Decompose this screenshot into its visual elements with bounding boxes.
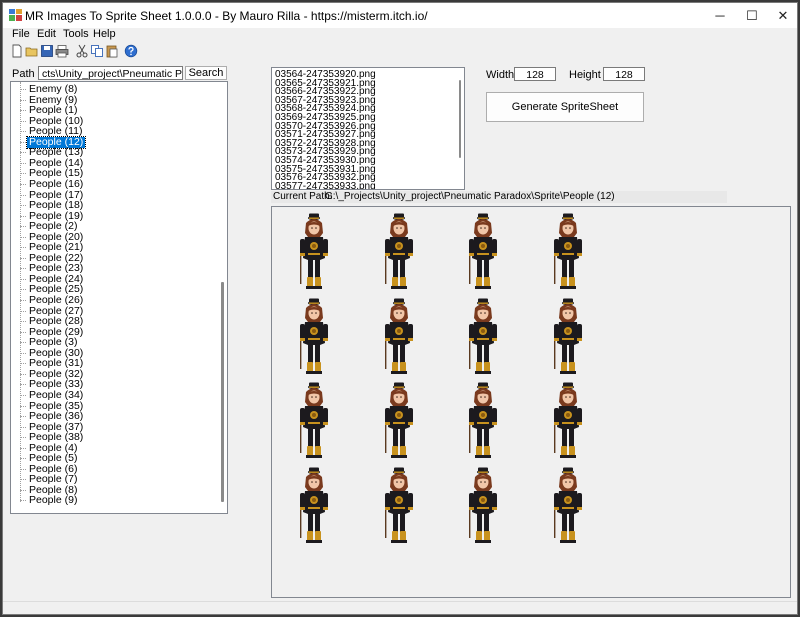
sprite-frame xyxy=(296,298,332,378)
sprite-frame xyxy=(465,467,501,547)
toolbar xyxy=(3,43,797,59)
generate-spritesheet-button[interactable]: Generate SpriteSheet xyxy=(486,92,644,122)
file-list-item[interactable]: 03577-247353933.png xyxy=(275,181,376,189)
file-list-scrollbar[interactable] xyxy=(457,68,464,189)
file-list[interactable]: 03564-247353920.png 03565-247353921.png 03… xyxy=(271,67,465,190)
app-window: MR Images To Sprite Sheet 1.0.0.0 - By M… xyxy=(2,2,798,615)
height-input[interactable]: 128 xyxy=(603,67,645,81)
menu-edit[interactable]: Edit xyxy=(37,28,56,40)
sprite-frame xyxy=(550,213,586,293)
sprite-frame xyxy=(550,467,586,547)
save-icon[interactable] xyxy=(40,44,54,58)
folder-tree[interactable]: Enemy (8) Enemy (9) People (1) People (10) P… xyxy=(10,81,228,514)
current-path-bar: Current Path: G:\_Projects\Unity_project… xyxy=(271,191,727,203)
sprite-frame xyxy=(381,467,417,547)
menu-bar: File Edit Tools Help xyxy=(3,28,797,43)
menu-help[interactable]: Help xyxy=(93,28,116,40)
window-title: MR Images To Sprite Sheet 1.0.0.0 - By M… xyxy=(25,9,428,23)
search-button[interactable]: Search xyxy=(185,66,227,80)
tree-item[interactable]: People (9) xyxy=(19,495,79,506)
sprite-frame xyxy=(465,213,501,293)
title-bar: MR Images To Sprite Sheet 1.0.0.0 - By M… xyxy=(3,3,797,28)
path-input[interactable]: cts\Unity_project\Pneumatic Paradox\Spri… xyxy=(38,66,183,80)
sprite-frame xyxy=(381,382,417,462)
menu-tools[interactable]: Tools xyxy=(63,28,89,40)
sprite-preview-panel xyxy=(271,206,791,598)
width-input[interactable]: 128 xyxy=(514,67,556,81)
tree-connector-line xyxy=(20,82,21,502)
new-icon[interactable] xyxy=(10,44,24,58)
file-list-scrollbar-thumb[interactable] xyxy=(459,80,461,158)
maximize-button[interactable]: ☐ xyxy=(736,3,768,28)
help-icon[interactable] xyxy=(124,44,138,58)
copy-icon[interactable] xyxy=(90,44,104,58)
sprite-frame xyxy=(381,298,417,378)
sprite-frame xyxy=(465,298,501,378)
sprite-frame xyxy=(465,382,501,462)
path-label: Path : xyxy=(12,68,41,80)
sprite-frame xyxy=(296,382,332,462)
sprite-frame xyxy=(296,467,332,547)
sprite-frame xyxy=(381,213,417,293)
height-label: Height : xyxy=(569,69,607,81)
sprite-frame xyxy=(550,382,586,462)
open-icon[interactable] xyxy=(25,44,39,58)
minimize-button[interactable]: ─ xyxy=(704,3,736,28)
status-bar xyxy=(3,601,797,614)
tree-scrollbar-thumb[interactable] xyxy=(221,282,224,502)
paste-icon[interactable] xyxy=(105,44,119,58)
tree-scrollbar[interactable] xyxy=(218,82,227,513)
sprite-frame xyxy=(296,213,332,293)
print-icon[interactable] xyxy=(55,44,69,58)
current-path-label: Current Path: xyxy=(273,191,333,202)
close-button[interactable]: ✕ xyxy=(767,3,797,28)
sprite-frame xyxy=(550,298,586,378)
app-icon xyxy=(9,9,22,21)
current-path-value: G:\_Projects\Unity_project\Pneumatic Par… xyxy=(325,191,615,202)
cut-icon[interactable] xyxy=(75,44,89,58)
menu-file[interactable]: File xyxy=(12,28,30,40)
